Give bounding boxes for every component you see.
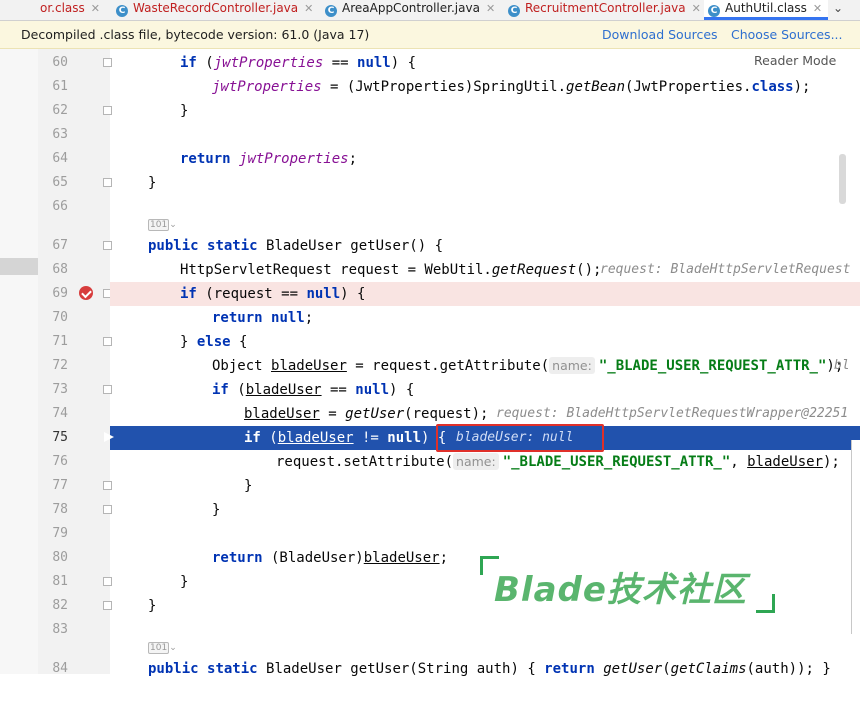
code-line-68[interactable]: HttpServletRequest request = WebUtil.get… <box>110 258 860 282</box>
line-number: 60 <box>52 55 68 70</box>
line-number: 70 <box>52 310 68 325</box>
line-number: 76 <box>52 454 68 469</box>
param-name-hint: name: <box>549 357 595 374</box>
line-number: 72 <box>52 358 68 373</box>
method-inlay-icon[interactable]: 101 ⌄ <box>148 642 177 654</box>
class-icon: C <box>508 5 520 17</box>
line-number: 78 <box>52 502 68 517</box>
line-number: 62 <box>52 103 68 118</box>
line-number: 66 <box>52 199 68 214</box>
code-line-73[interactable]: if (bladeUser == null) { <box>110 378 860 402</box>
tab-label: or.class <box>40 1 85 15</box>
code-line-64[interactable]: return jwtProperties; <box>110 147 860 171</box>
tab-label: AreaAppController.java <box>342 1 480 15</box>
scrollbar-thumb[interactable] <box>839 154 846 204</box>
line-number: 84 <box>52 661 68 676</box>
close-icon[interactable]: ✕ <box>692 2 701 15</box>
tab-waste-record-controller[interactable]: C WasteRecordController.java ✕ <box>116 0 313 20</box>
decompiled-banner: Decompiled .class file, bytecode version… <box>0 21 860 49</box>
code-line-62[interactable]: } <box>110 99 860 123</box>
line-number: 73 <box>52 382 68 397</box>
line-number: 81 <box>52 574 68 589</box>
tab-label: RecruitmentController.java <box>525 1 686 15</box>
watermark-text: Blade技术社区 <box>494 570 747 610</box>
code-line-78[interactable]: } <box>110 498 860 522</box>
line-number: 79 <box>52 526 68 541</box>
choose-sources-link[interactable]: Choose Sources... <box>731 21 843 48</box>
close-icon[interactable]: ✕ <box>486 2 495 15</box>
code-line-84[interactable]: public static BladeUser getUser(String a… <box>110 657 860 681</box>
line-number: 67 <box>52 238 68 253</box>
line-number: 83 <box>52 622 68 637</box>
class-icon: C <box>325 5 337 17</box>
code-line-76[interactable]: request.setAttribute(name: "_BLADE_USER_R… <box>110 450 860 474</box>
tool-window-selected[interactable] <box>0 258 38 275</box>
line-number: 77 <box>52 478 68 493</box>
highlight-annotation-box <box>436 424 604 452</box>
tab-auth-util-class[interactable]: C AuthUtil.class ✕ <box>704 0 829 20</box>
code-line-67[interactable]: public static BladeUser getUser() { <box>110 234 860 258</box>
code-line-74[interactable]: bladeUser = getUser(request); request: B… <box>110 402 860 426</box>
line-number: 71 <box>52 334 68 349</box>
download-sources-link[interactable]: Download Sources <box>602 21 718 48</box>
watermark: Blade技术社区 <box>480 556 780 616</box>
line-number: 63 <box>52 127 68 142</box>
tool-window-strip <box>0 49 39 674</box>
breakpoint-icon[interactable] <box>79 286 93 300</box>
close-icon[interactable]: ✕ <box>304 2 313 15</box>
class-icon: C <box>116 5 128 17</box>
watermark-bracket <box>756 594 775 613</box>
line-number: 61 <box>52 79 68 94</box>
line-number: 64 <box>52 151 68 166</box>
code-line-72[interactable]: Object bladeUser = request.getAttribute(… <box>110 354 860 378</box>
right-tool-strip <box>851 440 860 634</box>
code-line-70[interactable]: return null; <box>110 306 860 330</box>
tab-area-app-controller[interactable]: C AreaAppController.java ✕ <box>325 0 495 20</box>
line-number: 74 <box>52 406 68 421</box>
debug-value-hint: request: BladeHttpServletRequest <box>600 262 851 277</box>
code-line-65[interactable]: } <box>110 171 860 195</box>
code-line-77[interactable]: } <box>110 474 860 498</box>
line-number: 65 <box>52 175 68 190</box>
code-line-71[interactable]: } else { <box>110 330 860 354</box>
tab-label: WasteRecordController.java <box>133 1 299 15</box>
close-icon[interactable]: ✕ <box>91 2 100 15</box>
code-line-60[interactable]: if (jwtProperties == null) { <box>110 51 860 75</box>
code-line-61[interactable]: jwtProperties = (JwtProperties)SpringUti… <box>110 75 860 99</box>
code-line-69-breakpoint[interactable]: if (request == null) { <box>110 282 860 306</box>
debug-value-hint: request: BladeHttpServletRequestWrapper@… <box>496 406 849 421</box>
line-number: 80 <box>52 550 68 565</box>
class-icon: C <box>708 5 720 17</box>
close-icon[interactable]: ✕ <box>813 2 822 15</box>
line-number: 69 <box>52 286 68 301</box>
tab-or-class[interactable]: or.class ✕ <box>40 0 100 20</box>
line-number: 82 <box>52 598 68 613</box>
banner-message: Decompiled .class file, bytecode version… <box>21 27 370 42</box>
line-number-current: 75 <box>52 430 68 445</box>
line-number: 68 <box>52 262 68 277</box>
chevron-down-icon[interactable]: ⌄ <box>829 0 847 20</box>
method-inlay-icon[interactable]: 101 ⌄ <box>148 219 177 231</box>
debug-value-hint: bl <box>834 358 850 373</box>
tab-recruitment-controller[interactable]: C RecruitmentController.java ✕ <box>508 0 701 20</box>
param-name-hint: name: <box>453 453 499 470</box>
editor-tab-bar: or.class ✕ C WasteRecordController.java ✕ C… <box>0 0 860 21</box>
tab-label: AuthUtil.class <box>725 1 807 15</box>
reader-mode-button[interactable]: Reader Mode <box>754 53 836 68</box>
